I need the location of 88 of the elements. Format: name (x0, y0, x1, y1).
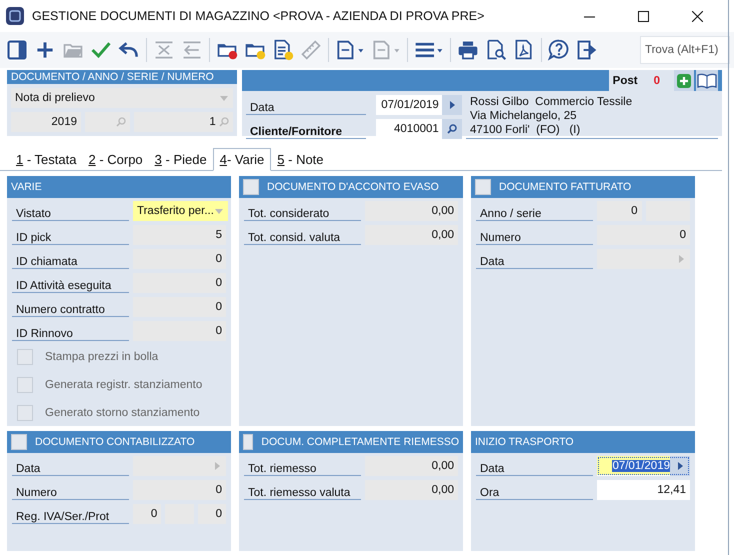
panel-title: DOCUM. COMPLETAMENTE RIEMESSO (261, 436, 459, 448)
search-field[interactable]: Trova (Alt+F1) (640, 36, 730, 64)
tab[interactable]: 1 - Testata (10, 148, 82, 171)
caret-icon[interactable] (219, 93, 229, 103)
panel-title: INIZIO TRASPORTO (475, 436, 574, 448)
lookup-field[interactable]: 1 (134, 112, 233, 132)
date-field[interactable] (597, 249, 690, 269)
printer-icon[interactable] (457, 39, 479, 61)
input-field[interactable]: 0 (133, 273, 226, 293)
input-field[interactable]: 0 (597, 225, 690, 245)
field-label: Numero contratto (12, 297, 129, 317)
checkbox[interactable] (475, 179, 491, 195)
app-icon (6, 7, 24, 25)
input-field[interactable]: 0 (133, 480, 226, 500)
input-field[interactable]: 0,00 (365, 456, 458, 476)
help-icon[interactable] (548, 39, 570, 61)
panel-title: VARIE (11, 181, 42, 193)
preview-icon[interactable] (485, 39, 507, 61)
tab[interactable]: 4- Varie (212, 148, 272, 171)
input-field[interactable]: 0 (133, 297, 226, 317)
field-label: Data (12, 456, 129, 476)
arrow-icon[interactable] (447, 100, 457, 110)
checkbox-label: Stampa prezzi in bolla (45, 351, 158, 363)
address-line: Rossi Gilbo Commercio Tessile (470, 95, 634, 109)
panel-title: DOCUMENTO D'ACCONTO EVASO (267, 181, 439, 193)
field-label: Anno / serie (476, 201, 593, 221)
field-label: Tot. considerato (244, 201, 361, 221)
input-field[interactable]: 12,41 (597, 480, 690, 500)
tab[interactable]: 5 - Note (271, 148, 330, 171)
field-label: Tot. riemesso (244, 456, 361, 476)
field-label: Data (246, 95, 366, 115)
field-label: Vistato (12, 201, 129, 221)
caret-icon[interactable] (214, 206, 224, 216)
panel-title: DOCUMENTO CONTABILIZZATO (35, 436, 195, 448)
page-icon[interactable] (335, 39, 365, 61)
field-label: ID Rinnovo (12, 321, 129, 341)
field-label: ID chiamata (12, 249, 129, 269)
field-label: Data (476, 249, 593, 269)
tab[interactable]: 2 - Corpo (82, 148, 149, 171)
checkbox-label: Generato storno stanziamento (45, 407, 200, 419)
input-field[interactable]: 5 (133, 225, 226, 245)
date-field[interactable]: 07/01/2019 (376, 95, 462, 115)
close-icon[interactable] (692, 10, 702, 22)
maximize-icon[interactable] (638, 10, 648, 22)
input-field[interactable]: 0,00 (365, 225, 458, 245)
search-icon[interactable] (447, 124, 457, 134)
exit-icon[interactable] (576, 39, 598, 61)
input-field[interactable]: 0 (133, 321, 226, 341)
add-icon[interactable] (674, 70, 694, 91)
field-label: Numero (12, 480, 129, 500)
checkbox-label: Generata registr. stanziamento (45, 379, 202, 391)
sidebar-icon[interactable] (6, 39, 28, 61)
date-field[interactable] (133, 456, 226, 476)
input-field[interactable]: 0 (198, 504, 226, 524)
field-label: Tot. riemesso valuta (244, 480, 361, 500)
input-field[interactable]: 0,00 (365, 480, 458, 500)
checkbox[interactable] (11, 434, 27, 450)
checkbox[interactable] (243, 434, 254, 450)
book-icon[interactable] (696, 70, 718, 91)
input-field[interactable]: 0,00 (365, 201, 458, 221)
tab[interactable]: 3 - Piede (148, 148, 213, 171)
arrow-icon[interactable] (675, 461, 685, 471)
field-label: ID pick (12, 225, 129, 245)
input-field[interactable]: 2019 (11, 112, 81, 132)
field-label: Tot. consid. valuta (244, 225, 361, 245)
date-field[interactable]: 07/01/2019 (597, 456, 690, 476)
address-line: Via Michelangelo, 25 (470, 109, 578, 123)
field-label: Reg. IVA/Ser./Prot (12, 504, 129, 524)
field-label: Data (476, 456, 593, 476)
post-count: 0 (654, 74, 660, 86)
field-label: Ora (476, 480, 593, 500)
document-icon[interactable] (272, 39, 294, 61)
checkbox[interactable] (243, 179, 259, 195)
section-header: DOCUMENTO / ANNO / SERIE / NUMERO (7, 70, 237, 84)
dropdown-field[interactable]: Nota di prelievo (11, 88, 233, 108)
address-line: 47100 Forli' (FO) (I) (470, 123, 582, 137)
field-label: Numero (476, 225, 593, 245)
input-field[interactable]: 0 (133, 249, 226, 269)
lookup-field[interactable]: 4010001 (376, 119, 462, 139)
post-label: Post (612, 74, 638, 86)
input-field[interactable]: 0 (597, 201, 642, 221)
field-label: ID Attività eseguita (12, 273, 129, 293)
field-label: Cliente/Fornitore (246, 119, 366, 139)
lookup-field[interactable] (85, 112, 130, 132)
input-field[interactable]: 0 (133, 504, 162, 524)
window-title: GESTIONE DOCUMENTI DI MAGAZZINO <PROVA - AZIENDA DI PROVA PRE> (32, 9, 486, 23)
panel-title: DOCUMENTO FATTURATO (499, 181, 632, 193)
dropdown-field[interactable]: Trasferito per... (133, 201, 228, 221)
